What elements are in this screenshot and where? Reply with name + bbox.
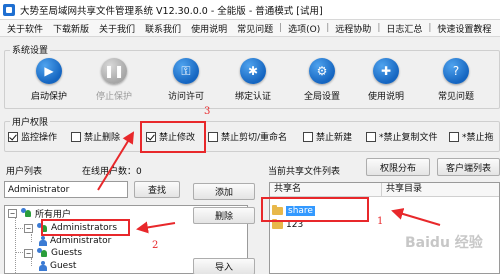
find-button[interactable]: 查找 [134, 181, 180, 198]
delete-button[interactable]: 删除 [193, 207, 255, 224]
access-permit-button[interactable]: ⚿ 访问许可 [158, 58, 214, 104]
menu-bar: 关于软件 下载新版 关于我们 联系我们 使用说明 常见问题 | 选项(O) | … [0, 20, 500, 37]
user-icon [39, 261, 47, 271]
collapse-icon[interactable]: − [24, 223, 33, 233]
checkbox[interactable] [208, 131, 218, 142]
checkbox[interactable] [8, 131, 18, 142]
annotation-number-3: 3 [204, 106, 211, 117]
menu-download[interactable]: 下载新版 [48, 22, 94, 35]
title-bar: 大势至局域网共享文件管理系统 V12.30.0.0 - 全能版 - 普通模式 [… [0, 0, 500, 20]
checkbox[interactable] [303, 131, 313, 142]
menu-about-software[interactable]: 关于软件 [2, 22, 48, 35]
checkbox[interactable] [449, 131, 459, 142]
tree-node-label: Guests [51, 248, 83, 258]
perm-no-create[interactable]: 禁止新建 [303, 130, 352, 143]
question-icon: ? [443, 58, 469, 84]
menu-faq[interactable]: 常见问题 [232, 22, 278, 35]
settings-icon: ⚙ [309, 58, 335, 84]
tree-node-label: Administrator [50, 236, 112, 246]
tool-label: 使用说明 [367, 92, 404, 102]
user-permissions-label: 用户权限 [10, 115, 51, 128]
tree-connector [31, 234, 32, 242]
window-title: 大势至局域网共享文件管理系统 V12.30.0.0 - 全能版 - 普通模式 [… [20, 5, 323, 17]
tool-label: 启动保护 [30, 92, 67, 102]
permission-distribution-button[interactable]: 权限分布 [366, 158, 430, 176]
user-list-label: 用户列表 [6, 167, 43, 177]
user-search-value: Administrator [8, 184, 70, 195]
faq-button[interactable]: ? 常见问题 [428, 58, 484, 104]
tool-label: 绑定认证 [234, 92, 271, 102]
tree-connector [15, 217, 16, 273]
tree-node-label: 所有用户 [35, 209, 72, 220]
annotation-box-administrators [41, 219, 130, 236]
share-list-table[interactable]: 共享名 共享目录 share 123 [269, 182, 500, 274]
perm-no-delete[interactable]: 禁止删除 [71, 130, 120, 143]
tree-node-guests[interactable]: − Guests [24, 247, 82, 259]
menu-contact[interactable]: 联系我们 [140, 22, 186, 35]
watermark: Baidu 经验 [405, 235, 483, 251]
menu-logs[interactable]: 日志汇总 [381, 22, 427, 35]
column-share-name[interactable]: 共享名 [270, 183, 382, 196]
menu-help[interactable]: 使用说明 [186, 22, 232, 35]
key-icon: ⚿ [173, 58, 199, 84]
menu-remote-assist[interactable]: 远程协助 [330, 22, 376, 35]
perm-no-drag[interactable]: *禁止拖 [449, 130, 494, 143]
app-icon [3, 3, 15, 16]
online-user-count: 在线用户数：0 [82, 167, 142, 177]
book-icon: ✚ [373, 58, 399, 84]
import-button[interactable]: 导入 [193, 258, 255, 274]
perm-no-copy-file[interactable]: *禁止复制文件 [366, 130, 438, 143]
perm-no-cut-rename[interactable]: 禁止剪切/重命名 [208, 130, 287, 143]
shared-folder-icon [272, 219, 283, 229]
stop-protection-button[interactable]: ❚❚ 停止保护 [86, 58, 142, 104]
annotation-box-share [261, 197, 369, 222]
users-group-icon [36, 248, 48, 258]
tree-node-all-users[interactable]: − 所有用户 [8, 207, 72, 220]
play-icon: ▶ [36, 58, 62, 84]
share-list-label: 当前共享文件列表 [268, 167, 341, 177]
collapse-icon[interactable]: − [24, 248, 33, 258]
perm-label: *禁止拖 [462, 133, 494, 143]
checkbox[interactable] [366, 131, 376, 142]
tree-connector [31, 258, 32, 266]
add-button[interactable]: 添加 [193, 183, 255, 200]
start-protection-button[interactable]: ▶ 启动保护 [21, 58, 77, 104]
perm-label: *禁止复制文件 [379, 133, 438, 143]
perm-label: 禁止删除 [84, 133, 121, 143]
user-icon [39, 236, 47, 246]
tool-label: 停止保护 [95, 92, 132, 102]
perm-label: 禁止新建 [316, 133, 353, 143]
collapse-icon[interactable]: − [8, 208, 17, 218]
global-settings-button[interactable]: ⚙ 全局设置 [294, 58, 350, 104]
menu-about-us[interactable]: 关于我们 [94, 22, 140, 35]
tree-node-administrator[interactable]: Administrator [39, 235, 111, 247]
binding-auth-button[interactable]: ✱ 绑定认证 [225, 58, 281, 104]
users-group-icon [20, 208, 32, 218]
tool-label: 全局设置 [303, 92, 340, 102]
tree-node-label: Guest [50, 261, 77, 271]
checkbox[interactable] [71, 131, 81, 142]
perm-label: 监控操作 [21, 133, 58, 143]
system-settings-label: 系统设置 [10, 43, 51, 56]
tree-node-guest[interactable]: Guest [39, 260, 76, 272]
perm-label: 禁止剪切/重命名 [221, 133, 288, 143]
tool-label: 访问许可 [167, 92, 204, 102]
annotation-box-modify [140, 121, 206, 153]
tool-label: 常见问题 [437, 92, 474, 102]
annotation-number-2: 2 [152, 240, 159, 251]
client-list-button[interactable]: 客户端列表 [437, 158, 500, 176]
share-table-header: 共享名 共享目录 [270, 183, 499, 197]
gear-icon: ✱ [240, 58, 266, 84]
annotation-number-1: 1 [377, 216, 384, 227]
user-search-input[interactable]: Administrator [4, 181, 128, 198]
column-share-dir[interactable]: 共享目录 [382, 183, 499, 196]
pause-icon: ❚❚ [101, 58, 127, 84]
menu-quick-setup[interactable]: 快速设置教程 [432, 22, 496, 35]
perm-monitor-ops[interactable]: 监控操作 [8, 130, 57, 143]
menu-options[interactable]: 选项(O) [283, 22, 325, 35]
usage-guide-button[interactable]: ✚ 使用说明 [358, 58, 414, 104]
